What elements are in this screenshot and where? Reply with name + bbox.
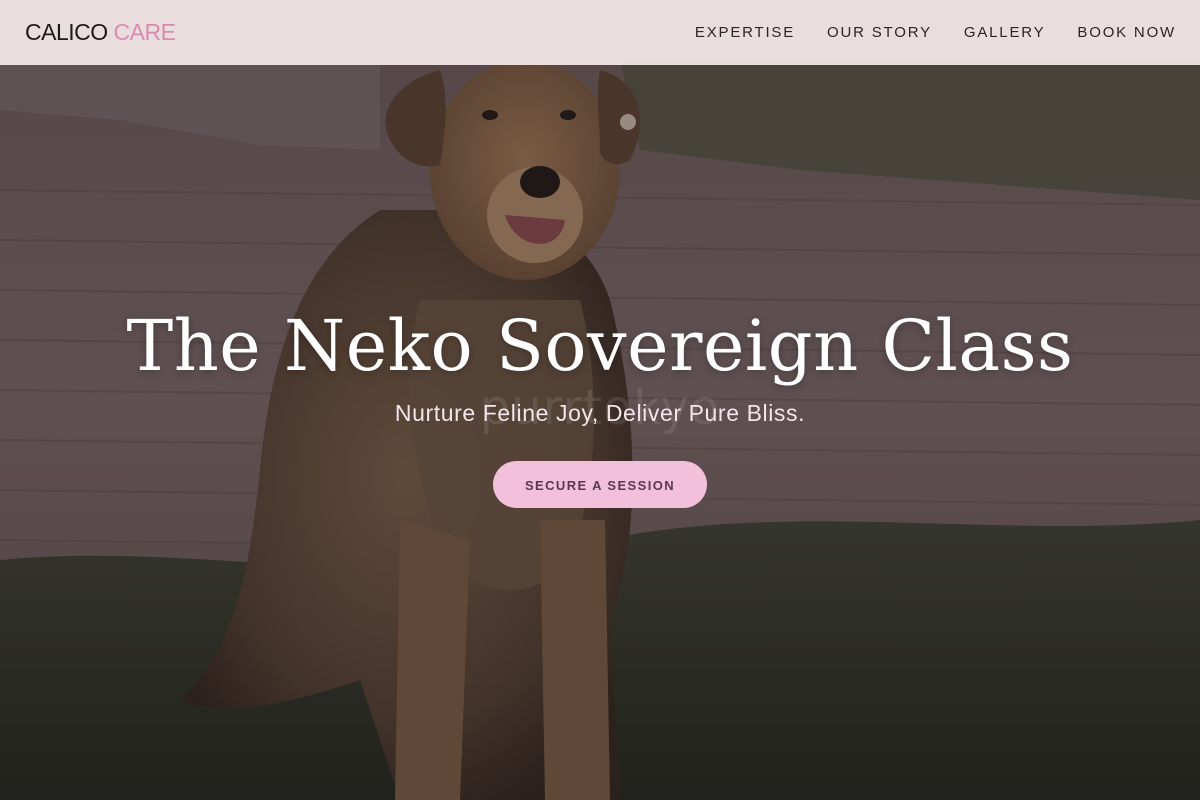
secure-session-button[interactable]: SECURE A SESSION [493, 461, 707, 508]
hero-title: The Neko Sovereign Class [126, 305, 1074, 387]
main-nav: EXPERTISE OUR STORY GALLERY BOOK NOW [663, 24, 1176, 41]
nav-link-book-now[interactable]: BOOK NOW [1077, 24, 1176, 41]
logo-text-primary: CALICO [25, 19, 108, 45]
hero-subtitle: Nurture Feline Joy, Deliver Pure Bliss. [394, 400, 806, 426]
page: CALICO CARE EXPERTISE OUR STORY GALLERY … [0, 0, 1200, 800]
site-header: CALICO CARE EXPERTISE OUR STORY GALLERY … [0, 0, 1200, 65]
nav-link-our-story[interactable]: OUR STORY [827, 24, 932, 41]
logo[interactable]: CALICO CARE [25, 19, 176, 46]
hero-section: The Neko Sovereign Class Nurture Feline … [0, 300, 1200, 508]
nav-link-expertise[interactable]: EXPERTISE [695, 24, 795, 41]
logo-text-accent: CARE [113, 19, 176, 45]
nav-link-gallery[interactable]: GALLERY [964, 24, 1046, 41]
